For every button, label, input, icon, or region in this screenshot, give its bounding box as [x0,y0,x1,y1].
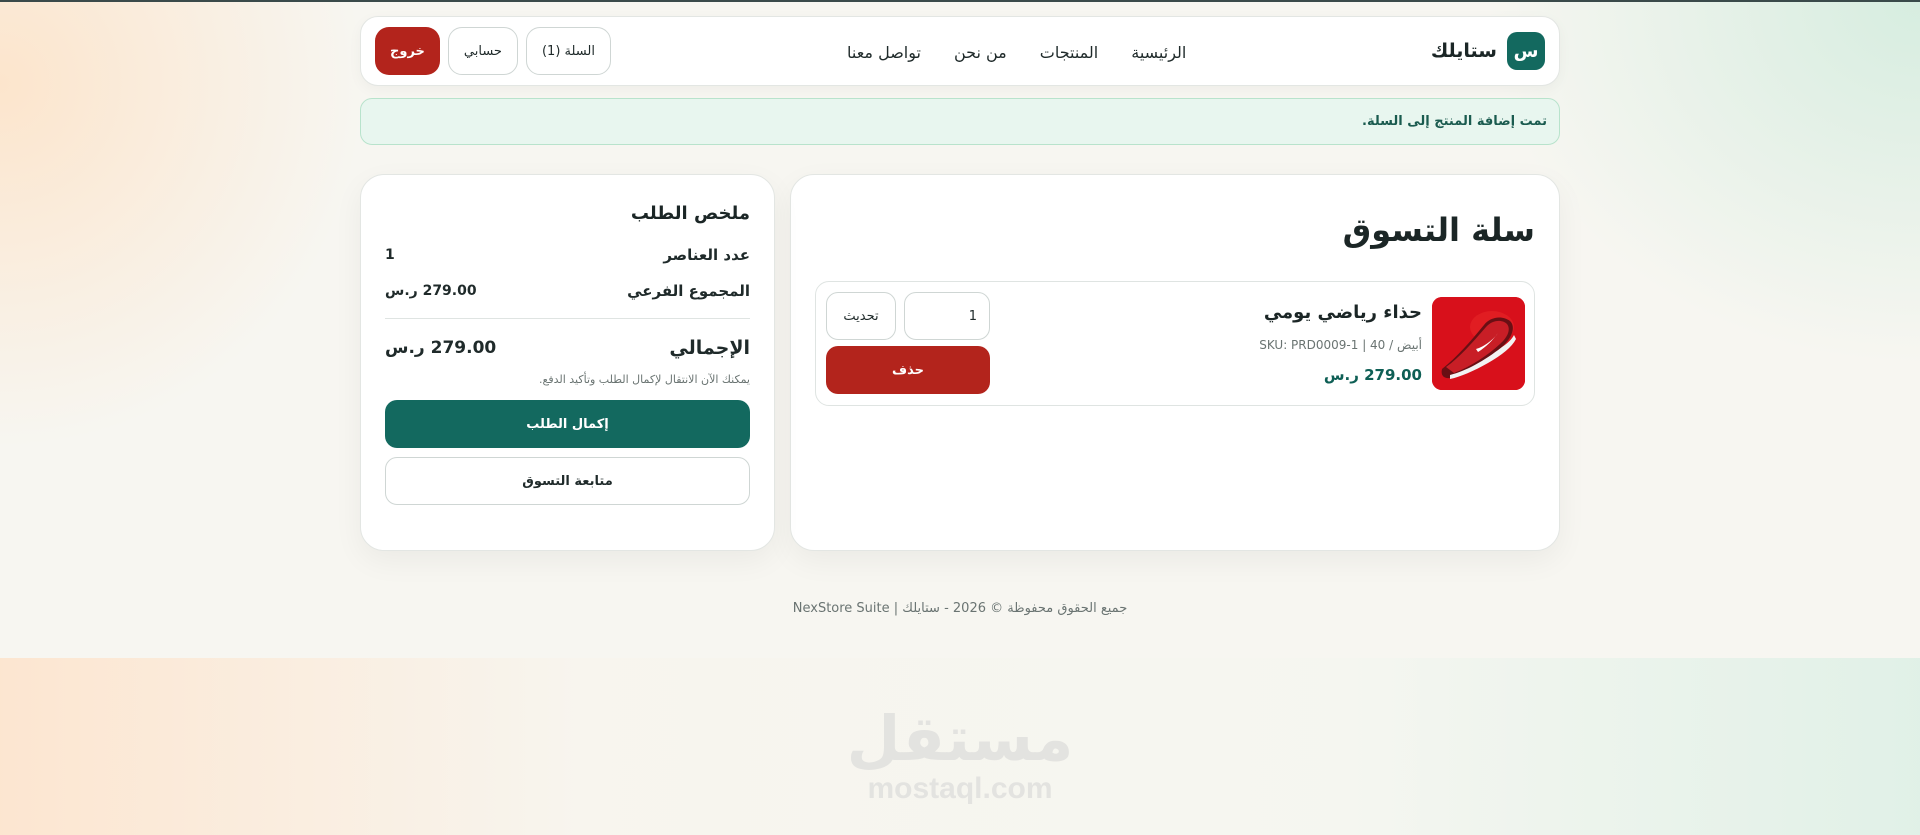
subtotal-row: المجموع الفرعي 279.00 ر.س [385,282,750,300]
top-border-line [0,0,1920,2]
nav-home[interactable]: الرئيسية [1131,43,1186,62]
brand-logo-icon: س [1507,32,1545,70]
watermark-logo: مستقل mostaql.com [760,705,1160,805]
header-actions: السلة (1) حسابي خروج [375,27,611,75]
product-name[interactable]: حذاء رياضي يومي [1264,302,1422,323]
order-summary-panel: ملخص الطلب عدد العناصر 1 المجموع الفرعي … [360,174,775,551]
total-value: 279.00 ر.س [385,338,497,358]
product-price: 279.00 ر.س [1323,366,1422,384]
quantity-input[interactable] [904,292,990,340]
nav-products[interactable]: المنتجات [1040,43,1099,62]
site-header: س ستايلك الرئيسية المنتجات من نحن تواصل … [360,16,1560,86]
product-variant-sku: أبيض / 40 | SKU: PRD0009-1 [1259,338,1422,352]
total-label: الإجمالي [669,337,750,359]
summary-title: ملخص الطلب [630,203,750,224]
cart-item: حذاء رياضي يومي أبيض / 40 | SKU: PRD0009… [815,281,1535,406]
total-row: الإجمالي 279.00 ر.س [385,337,750,359]
cart-title: سلة التسوق [1342,211,1535,249]
account-button[interactable]: حسابي [447,27,518,75]
flash-message: تمت إضافة المنتج إلى السلة. [360,98,1560,145]
brand[interactable]: س ستايلك [1431,32,1545,70]
checkout-button[interactable]: إكمال الطلب [385,400,750,448]
subtotal-label: المجموع الفرعي [627,282,750,300]
delete-button[interactable]: حذف [826,346,990,394]
product-image [1432,297,1525,390]
flash-text: تمت إضافة المنتج إلى السلة. [1362,114,1547,129]
items-count-row: عدد العناصر 1 [385,246,750,264]
update-button[interactable]: تحديث [826,292,896,340]
nav-about[interactable]: من نحن [954,43,1007,62]
nav-contact[interactable]: تواصل معنا [847,43,921,62]
items-count-label: عدد العناصر [663,246,750,264]
checkout-note: يمكنك الآن الانتقال لإكمال الطلب وتأكيد … [538,373,750,386]
cart-button[interactable]: السلة (1) [525,27,611,75]
logout-button[interactable]: خروج [375,27,440,75]
footer-copyright: جميع الحقوق محفوظة © 2026 - ستايلك | Nex… [792,601,1128,616]
continue-shopping-button[interactable]: متابعة التسوق [385,457,750,505]
watermark-latin: mostaql.com [867,772,1053,805]
summary-divider [385,318,750,319]
items-count-value: 1 [385,247,395,263]
subtotal-value: 279.00 ر.س [385,283,477,299]
watermark-arabic: مستقل [846,702,1074,775]
main-nav: الرئيسية المنتجات من نحن تواصل معنا [847,17,1186,87]
cart-panel: سلة التسوق حذاء رياضي يومي أبيض / 40 | S… [790,174,1560,551]
brand-name: ستايلك [1430,40,1497,62]
